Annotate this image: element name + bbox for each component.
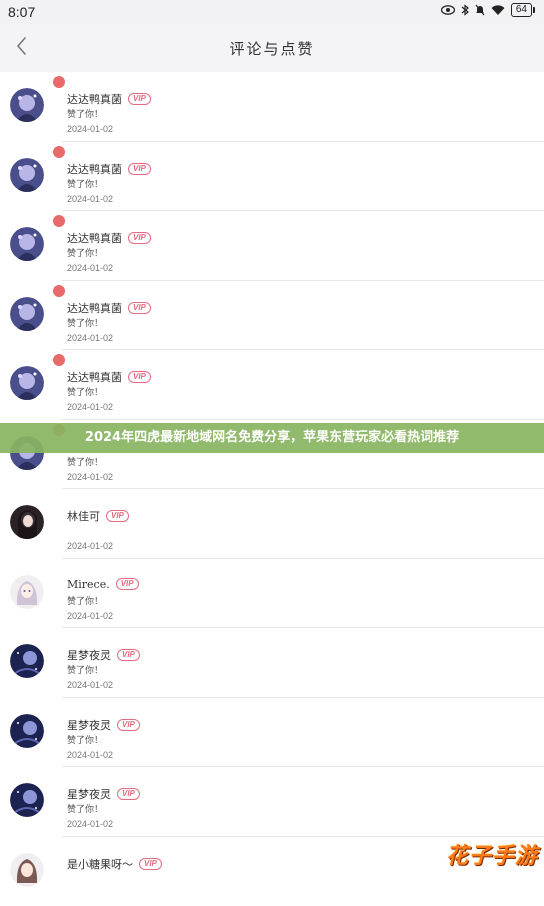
vip-badge: VIP	[117, 719, 140, 731]
vip-badge: VIP	[117, 788, 140, 800]
date-text: 2024-01-02	[67, 124, 113, 134]
user-name[interactable]: 达达鸭真菌	[67, 230, 122, 246]
user-name[interactable]: 星梦夜灵	[67, 647, 111, 663]
action-text: 赞了你！	[67, 316, 103, 329]
list-item[interactable]: 达达鸭真菌 VIP 赞了你！ 2024-01-02	[0, 350, 544, 420]
avatar[interactable]	[10, 644, 44, 678]
avatar[interactable]	[10, 297, 44, 331]
avatar[interactable]	[10, 366, 44, 400]
promo-banner[interactable]: 2024年四虎最新地域网名免费分享，苹果东营玩家必看热词推荐	[0, 423, 544, 453]
unread-dot	[53, 76, 65, 88]
action-text: 赞了你！	[67, 385, 103, 398]
user-name[interactable]: 达达鸭真菌	[67, 91, 122, 107]
status-bar: 8:07 64	[0, 0, 544, 24]
date-text: 2024-01-02	[67, 541, 113, 551]
date-text: 2024-01-02	[67, 819, 113, 829]
action-text: 赞了你！	[67, 663, 103, 676]
battery-icon: 64	[511, 3, 532, 17]
list-item[interactable]: 达达鸭真菌 VIP 赞了你！ 2024-01-02	[0, 72, 544, 142]
action-text: 赞了你！	[67, 177, 103, 190]
action-text: 赞了你！	[67, 733, 103, 746]
avatar[interactable]	[10, 575, 44, 609]
notification-list: 达达鸭真菌 VIP 赞了你！ 2024-01-02 达达鸭真菌 VIP 赞了你！ 2…	[0, 72, 544, 906]
page-title: 评论与点赞	[0, 38, 544, 59]
watermark-logo: 花子手游	[446, 838, 538, 870]
user-name[interactable]: 是小糖果呀～	[67, 856, 133, 872]
mute-icon	[475, 4, 485, 16]
date-text: 2024-01-02	[67, 680, 113, 690]
unread-dot	[53, 354, 65, 366]
vip-badge: VIP	[117, 649, 140, 661]
unread-dot	[53, 215, 65, 227]
avatar[interactable]	[10, 783, 44, 817]
action-text: 赞了你！	[67, 107, 103, 120]
action-text: 赞了你！	[67, 246, 103, 259]
user-name[interactable]: 星梦夜灵	[67, 717, 111, 733]
action-text: 赞了你！	[67, 802, 103, 815]
date-text: 2024-01-02	[67, 750, 113, 760]
avatar[interactable]	[10, 505, 44, 539]
user-name[interactable]: 星梦夜灵	[67, 786, 111, 802]
list-item[interactable]: 达达鸭真菌 VIP 赞了你！ 2024-01-02	[0, 281, 544, 351]
date-text: 2024-01-02	[67, 611, 113, 621]
status-time: 8:07	[8, 4, 35, 20]
user-name[interactable]: 达达鸭真菌	[67, 300, 122, 316]
unread-dot	[53, 146, 65, 158]
vip-badge: VIP	[128, 371, 151, 383]
avatar[interactable]	[10, 853, 44, 887]
user-name[interactable]: Mirece.	[67, 578, 110, 591]
unread-dot	[53, 285, 65, 297]
list-item[interactable]: 林佳可 VIP 2024-01-02	[0, 489, 544, 559]
page-header: 评论与点赞	[0, 24, 544, 72]
list-item[interactable]: 星梦夜灵 VIP 赞了你！ 2024-01-02	[0, 767, 544, 837]
user-name[interactable]: 达达鸭真菌	[67, 161, 122, 177]
action-text: 赞了你！	[67, 455, 103, 468]
list-item[interactable]: 达达鸭真菌 VIP 赞了你！ 2024-01-02	[0, 142, 544, 212]
list-item[interactable]: 星梦夜灵 VIP 赞了你！ 2024-01-02	[0, 698, 544, 768]
vip-badge: VIP	[128, 302, 151, 314]
list-item[interactable]: 星梦夜灵 VIP 赞了你！ 2024-01-02	[0, 628, 544, 698]
avatar[interactable]	[10, 88, 44, 122]
list-item[interactable]: Mirece. VIP 赞了你！ 2024-01-02	[0, 559, 544, 629]
bluetooth-icon	[461, 4, 469, 16]
vip-badge: VIP	[139, 858, 162, 870]
vip-badge: VIP	[116, 578, 139, 590]
date-text: 2024-01-02	[67, 194, 113, 204]
date-text: 2024-01-02	[67, 472, 113, 482]
avatar[interactable]	[10, 227, 44, 261]
user-name[interactable]: 林佳可	[67, 508, 100, 524]
vip-badge: VIP	[128, 232, 151, 244]
list-item[interactable]: 达达鸭真菌 VIP 赞了你！ 2024-01-02	[0, 211, 544, 281]
eye-icon	[441, 5, 455, 15]
status-icons: 64	[441, 3, 532, 17]
date-text: 2024-01-02	[67, 402, 113, 412]
vip-badge: VIP	[128, 163, 151, 175]
wifi-icon	[491, 5, 505, 16]
action-text: 赞了你！	[67, 594, 103, 607]
user-name[interactable]: 达达鸭真菌	[67, 369, 122, 385]
date-text: 2024-01-02	[67, 263, 113, 273]
avatar[interactable]	[10, 714, 44, 748]
date-text: 2024-01-02	[67, 333, 113, 343]
vip-badge: VIP	[106, 510, 129, 522]
vip-badge: VIP	[128, 93, 151, 105]
avatar[interactable]	[10, 158, 44, 192]
